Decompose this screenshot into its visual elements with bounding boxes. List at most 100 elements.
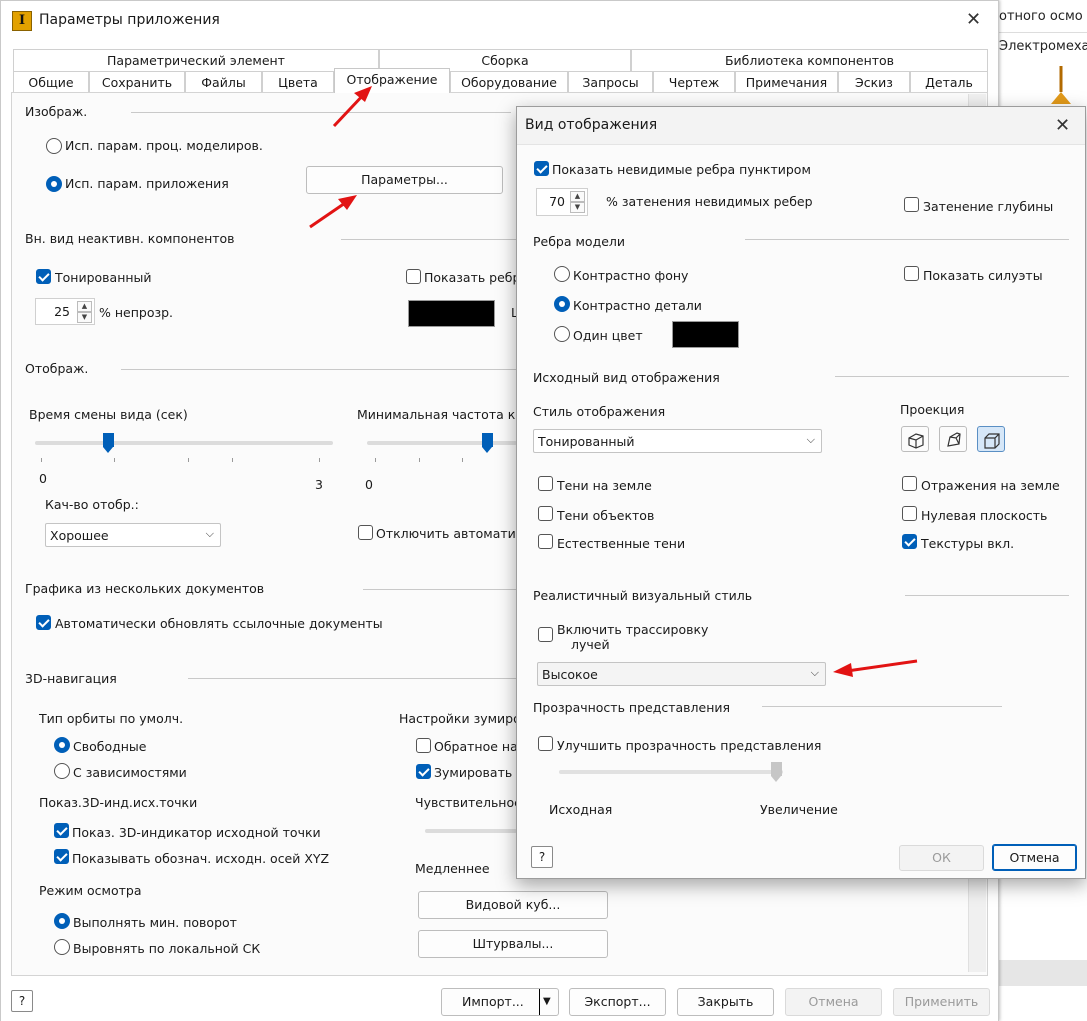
constrained-orbit-radio[interactable]: [54, 763, 70, 779]
radio-app-params[interactable]: [46, 176, 62, 192]
free-orbit-radio[interactable]: [54, 737, 70, 753]
ok-button[interactable]: ОК: [899, 845, 984, 871]
background-text: Электромеха: [999, 39, 1087, 54]
dialog-cancel-button[interactable]: Отмена: [992, 844, 1077, 871]
tab-parametric[interactable]: Параметрический элемент: [13, 49, 379, 71]
display-style-select[interactable]: Тонированный ⌵: [533, 429, 822, 453]
one-color-radio[interactable]: [554, 326, 570, 342]
ray-tracing-quality-select[interactable]: Высокое ⌵: [537, 662, 826, 686]
improve-transparency-label: Улучшить прозрачность представления: [557, 738, 822, 753]
min-rate-slider[interactable]: [367, 441, 517, 445]
spin-up-icon[interactable]: ▲: [77, 301, 92, 312]
opacity-value: 25: [54, 304, 70, 319]
dialog-close-icon[interactable]: ✕: [1055, 115, 1070, 136]
spin-down-icon[interactable]: ▼: [570, 202, 585, 213]
min-rotation-radio[interactable]: [54, 913, 70, 929]
zero-plane-checkbox[interactable]: [902, 506, 917, 521]
tab-notebook[interactable]: Примечания: [735, 71, 838, 93]
show-indicator-checkbox[interactable]: [54, 823, 69, 838]
slower-label: Медленнее: [415, 861, 490, 876]
tab-library[interactable]: Библиотека компонентов: [631, 49, 988, 71]
tab-prompts[interactable]: Запросы: [568, 71, 653, 93]
steering-wheels-button[interactable]: Штурвалы...: [418, 930, 608, 958]
one-color-swatch[interactable]: [672, 321, 739, 348]
radio-modeling-params[interactable]: [46, 138, 62, 154]
reverse-zoom-checkbox[interactable]: [416, 738, 431, 753]
zoom-to-checkbox[interactable]: [416, 764, 431, 779]
projection-label: Проекция: [900, 402, 965, 417]
quality-select[interactable]: Хорошее ⌵: [45, 523, 221, 547]
orthographic-button[interactable]: [901, 426, 929, 452]
show-edges-checkbox[interactable]: [406, 269, 421, 284]
depth-shade-checkbox[interactable]: [904, 197, 919, 212]
view-time-thumb[interactable]: [103, 433, 114, 453]
min-rate-thumb[interactable]: [482, 433, 493, 453]
help-icon[interactable]: ?: [11, 990, 33, 1012]
transparency-slider[interactable]: [559, 770, 783, 774]
close-icon[interactable]: ✕: [966, 9, 981, 30]
view-time-slider[interactable]: [35, 441, 333, 445]
one-color-label: Один цвет: [573, 328, 643, 343]
ray-tracing-label-2: лучей: [571, 637, 610, 652]
tab-save[interactable]: Сохранить: [89, 71, 185, 93]
parameters-button[interactable]: Параметры...: [306, 166, 503, 194]
tab-drawing[interactable]: Чертеж: [653, 71, 735, 93]
tab-files[interactable]: Файлы: [185, 71, 262, 93]
contrast-bg-radio[interactable]: [554, 266, 570, 282]
perspective-button[interactable]: [939, 426, 967, 452]
spin-up-icon[interactable]: ▲: [570, 191, 585, 202]
natural-shadows-label: Естественные тени: [557, 536, 686, 551]
show-silhouettes-checkbox[interactable]: [904, 266, 919, 281]
ground-shadows-checkbox[interactable]: [538, 476, 553, 491]
ground-reflections-checkbox[interactable]: [902, 476, 917, 491]
viewcube-button[interactable]: Видовой куб...: [418, 891, 608, 919]
tab-part[interactable]: Деталь: [910, 71, 988, 93]
contrast-part-radio[interactable]: [554, 296, 570, 312]
import-button[interactable]: Импорт... ▼: [441, 988, 559, 1016]
show-axes-checkbox[interactable]: [54, 849, 69, 864]
contrast-bg-label: Контрастно фону: [573, 268, 689, 283]
toned-checkbox[interactable]: [36, 269, 51, 284]
transparency-thumb[interactable]: [771, 762, 782, 782]
tab-general[interactable]: Общие: [13, 71, 89, 93]
inactive-heading: Вн. вид неактивн. компонентов: [25, 231, 235, 246]
edge-color-swatch[interactable]: [408, 300, 495, 327]
show-edges-label: Показать ребра: [424, 270, 529, 285]
reverse-zoom-label: Обратное нап: [434, 739, 526, 754]
spin-down-icon[interactable]: ▼: [77, 312, 92, 323]
ray-tracing-checkbox[interactable]: [538, 627, 553, 642]
free-orbit-label: Свободные: [73, 739, 147, 754]
natural-shadows-checkbox[interactable]: [538, 534, 553, 549]
origin-indicator-heading: Показ.3D-инд.исх.точки: [39, 795, 198, 810]
perspective-ortho-faces-button[interactable]: [977, 426, 1005, 452]
min-rotation-label: Выполнять мин. поворот: [73, 915, 237, 930]
apply-button[interactable]: Применить: [893, 988, 990, 1016]
align-local-radio[interactable]: [54, 939, 70, 955]
object-shadows-checkbox[interactable]: [538, 506, 553, 521]
auto-update-checkbox[interactable]: [36, 615, 51, 630]
orbit-type-label: Тип орбиты по умолч.: [39, 711, 184, 726]
chevron-down-icon: ⌵: [810, 666, 819, 679]
view-time-min: 0: [39, 471, 47, 486]
show-hidden-edges-checkbox[interactable]: [534, 161, 549, 176]
improve-transparency-checkbox[interactable]: [538, 736, 553, 751]
object-shadows-label: Тени объектов: [557, 508, 655, 523]
sensitivity-slider[interactable]: [425, 829, 517, 833]
tab-sketch[interactable]: Эскиз: [838, 71, 910, 93]
opacity-spinner[interactable]: 25 ▲ ▼: [35, 298, 95, 325]
tab-hardware[interactable]: Оборудование: [450, 71, 568, 93]
cancel-button[interactable]: Отмена: [785, 988, 882, 1016]
min-rate-min: 0: [365, 477, 373, 492]
window-title: Параметры приложения: [39, 12, 220, 28]
shade-value: 70: [549, 194, 565, 209]
close-button[interactable]: Закрыть: [677, 988, 774, 1016]
tab-colors[interactable]: Цвета: [262, 71, 334, 93]
disable-auto-checkbox[interactable]: [358, 525, 373, 540]
export-button[interactable]: Экспорт...: [569, 988, 666, 1016]
dialog-help-icon[interactable]: ?: [531, 846, 553, 868]
dropdown-arrow-icon[interactable]: ▼: [543, 989, 551, 1015]
zero-plane-label: Нулевая плоскость: [921, 508, 1048, 523]
hidden-edge-shade-spinner[interactable]: 70 ▲ ▼: [536, 188, 588, 216]
tab-display[interactable]: Отображение: [334, 68, 450, 93]
textures-on-checkbox[interactable]: [902, 534, 917, 549]
